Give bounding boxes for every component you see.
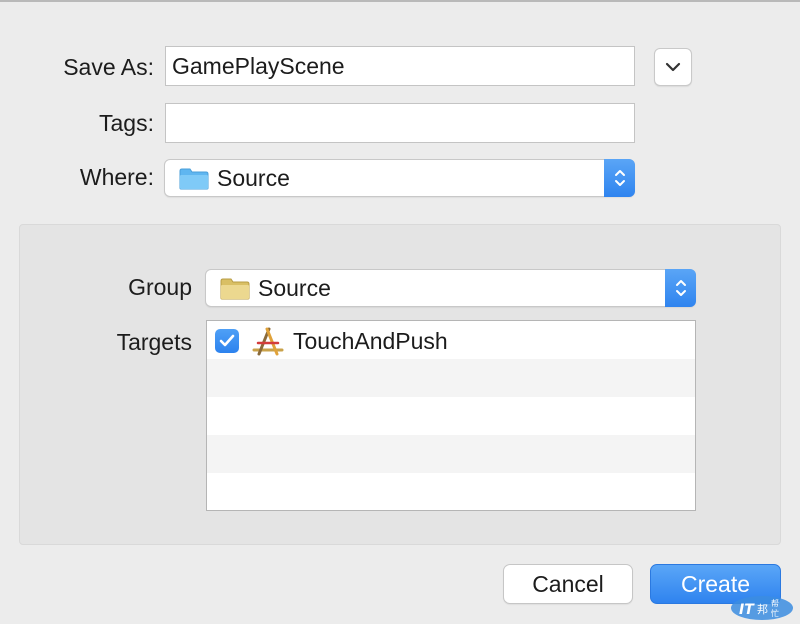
where-popup[interactable]: Source xyxy=(164,159,635,197)
where-stepper xyxy=(604,159,635,197)
where-label: Where: xyxy=(79,164,154,190)
list-row-empty xyxy=(207,359,695,397)
blue-folder-icon xyxy=(179,168,209,190)
svg-text:邦: 邦 xyxy=(757,603,768,616)
svg-text:忙: 忙 xyxy=(771,608,779,618)
save-as-label: Save As: xyxy=(63,54,154,80)
group-stepper xyxy=(665,269,696,307)
save-as-field[interactable]: GamePlayScene xyxy=(165,46,635,86)
target-row-touchandpush[interactable]: TouchAndPush xyxy=(207,321,695,359)
targets-list[interactable]: TouchAndPush xyxy=(206,320,696,511)
checkmark-icon xyxy=(219,334,235,347)
svg-text:帮: 帮 xyxy=(771,598,779,608)
up-down-chevron-icon xyxy=(614,170,625,186)
list-row-empty xyxy=(207,473,695,510)
group-label: Group xyxy=(128,274,192,300)
expand-dialog-button[interactable] xyxy=(654,48,692,86)
svg-text:IT: IT xyxy=(739,602,755,618)
list-row-empty xyxy=(207,397,695,435)
list-row-empty xyxy=(207,435,695,473)
where-value: Source xyxy=(217,165,290,191)
group-popup[interactable]: Source xyxy=(205,269,696,307)
xcode-app-icon xyxy=(252,327,284,356)
group-value: Source xyxy=(258,275,331,301)
window-top-edge xyxy=(0,0,800,2)
ithome-watermark-logo: IT 邦 帮 忙 xyxy=(731,596,793,620)
tags-field[interactable] xyxy=(165,103,635,143)
tags-label: Tags: xyxy=(99,110,154,136)
targets-label: Targets xyxy=(116,329,192,355)
target-name: TouchAndPush xyxy=(293,328,448,354)
up-down-chevron-icon xyxy=(675,280,686,296)
target-checkbox[interactable] xyxy=(215,329,239,353)
yellow-folder-icon xyxy=(220,278,250,300)
chevron-down-icon xyxy=(665,62,681,72)
cancel-button[interactable]: Cancel xyxy=(503,564,633,604)
